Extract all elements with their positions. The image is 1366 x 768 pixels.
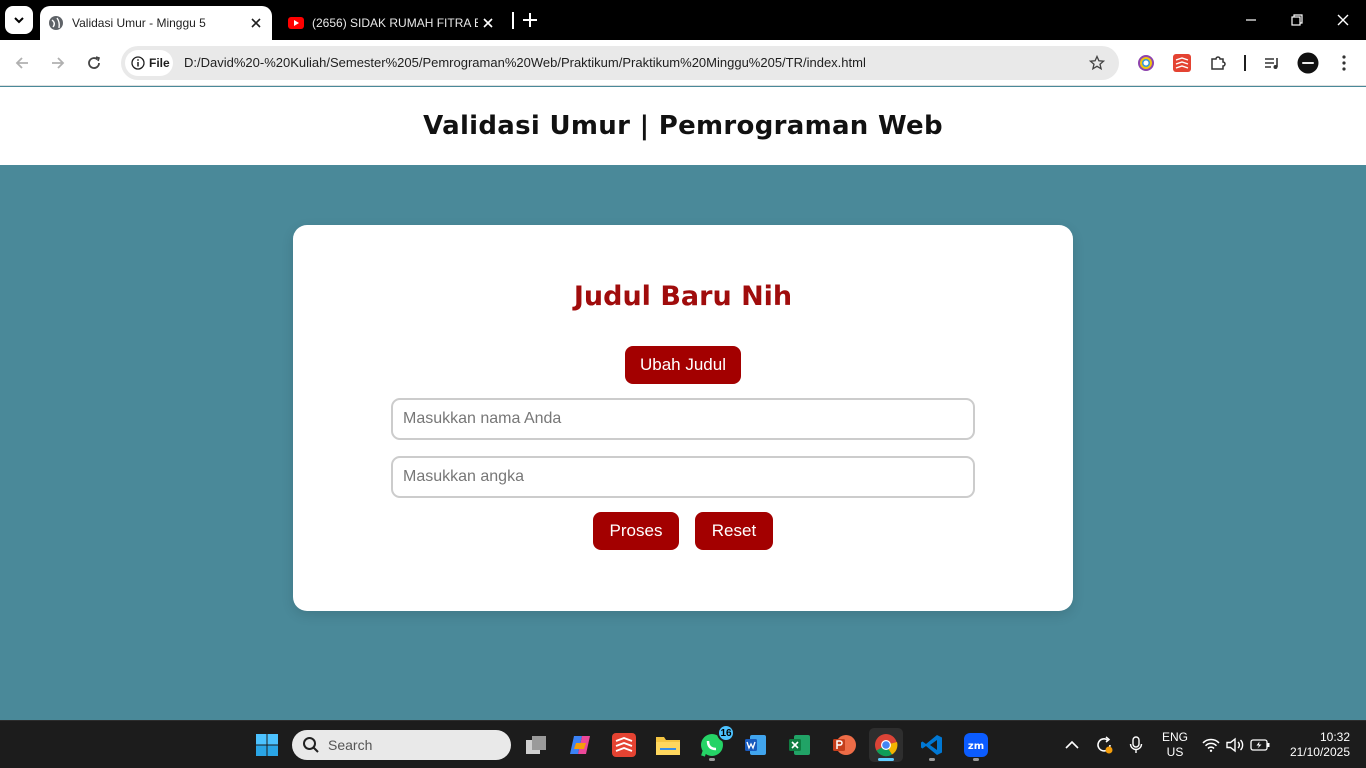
whatsapp-unread-badge: 16 bbox=[717, 724, 735, 742]
media-control-icon[interactable] bbox=[1261, 52, 1283, 74]
page-header: Validasi Umur | Pemrograman Web bbox=[0, 87, 1366, 165]
search-placeholder: Search bbox=[328, 737, 373, 753]
number-input[interactable] bbox=[391, 456, 975, 498]
tab-divider bbox=[512, 12, 514, 29]
whatsapp-icon[interactable]: 16 bbox=[695, 724, 735, 762]
site-chip-label: File bbox=[149, 56, 170, 70]
tab-search-button[interactable] bbox=[5, 6, 33, 34]
windows-taskbar: Search 16 zm ENG US 10:32 21/10/2025 bbox=[0, 720, 1366, 768]
file-explorer-icon[interactable] bbox=[651, 728, 685, 762]
close-icon bbox=[1337, 14, 1349, 26]
back-button[interactable] bbox=[10, 51, 34, 75]
toolbar-divider bbox=[1244, 55, 1246, 71]
close-window-button[interactable] bbox=[1333, 10, 1353, 30]
arrow-right-icon bbox=[52, 57, 65, 69]
tab-youtube[interactable]: (2656) SIDAK RUMAH FITRA ERI bbox=[280, 6, 504, 40]
extensions-puzzle-icon[interactable] bbox=[1207, 52, 1229, 74]
name-input[interactable] bbox=[391, 398, 975, 440]
minimize-icon bbox=[1246, 19, 1256, 21]
wifi-icon[interactable] bbox=[1201, 735, 1221, 755]
globe-icon bbox=[48, 15, 64, 31]
browser-tab-strip: Validasi Umur - Minggu 5 (2656) SIDAK RU… bbox=[0, 0, 1366, 40]
chrome-icon[interactable] bbox=[869, 728, 903, 762]
reload-icon bbox=[88, 56, 101, 69]
close-tab-icon[interactable] bbox=[246, 13, 266, 33]
powerpoint-icon[interactable] bbox=[827, 728, 861, 762]
color-extension-icon[interactable] bbox=[1135, 52, 1157, 74]
task-view-icon[interactable] bbox=[519, 728, 553, 762]
process-button[interactable]: Proses bbox=[593, 512, 679, 550]
plus-icon bbox=[523, 13, 537, 27]
tab-title: (2656) SIDAK RUMAH FITRA ERI bbox=[312, 16, 478, 30]
tab-validasi-umur[interactable]: Validasi Umur - Minggu 5 bbox=[40, 6, 272, 40]
new-tab-button[interactable] bbox=[520, 10, 540, 30]
close-tab-icon[interactable] bbox=[478, 13, 498, 33]
restore-icon bbox=[1291, 14, 1303, 26]
battery-charging-icon[interactable] bbox=[1250, 735, 1270, 755]
more-menu-icon[interactable] bbox=[1333, 52, 1355, 74]
clock-time: 10:32 bbox=[1319, 730, 1350, 744]
word-icon[interactable] bbox=[739, 728, 773, 762]
browser-toolbar: File D:/David%20-%20Kuliah/Semester%205/… bbox=[0, 40, 1366, 86]
taskbar-search-box[interactable]: Search bbox=[292, 730, 511, 760]
zoom-icon[interactable]: zm bbox=[959, 728, 993, 762]
todoist-extension-icon[interactable] bbox=[1171, 52, 1193, 74]
running-indicator bbox=[973, 758, 979, 761]
volume-icon[interactable] bbox=[1225, 735, 1245, 755]
running-indicator bbox=[878, 758, 894, 761]
chevron-down-icon bbox=[14, 17, 24, 24]
url-text[interactable]: D:/David%20-%20Kuliah/Semester%205/Pemro… bbox=[184, 55, 866, 70]
validation-card: Judul Baru Nih Ubah Judul Proses Reset bbox=[293, 225, 1073, 611]
reload-button[interactable] bbox=[82, 51, 106, 75]
forward-button[interactable] bbox=[46, 51, 70, 75]
svg-text:zm: zm bbox=[968, 741, 984, 752]
arrow-left-icon bbox=[15, 57, 28, 69]
change-title-button[interactable]: Ubah Judul bbox=[625, 346, 741, 384]
clock-date: 21/10/2025 bbox=[1289, 745, 1350, 759]
windows-logo-icon bbox=[256, 734, 278, 756]
language-code: ENG bbox=[1161, 730, 1188, 744]
microphone-icon[interactable] bbox=[1126, 735, 1146, 755]
system-clock[interactable]: 10:32 21/10/2025 bbox=[1282, 730, 1350, 760]
sync-status-icon[interactable] bbox=[1094, 735, 1114, 755]
todoist-app-icon[interactable] bbox=[607, 728, 641, 762]
info-icon bbox=[131, 56, 145, 70]
minimize-button[interactable] bbox=[1241, 10, 1261, 30]
card-title: Judul Baru Nih bbox=[573, 281, 793, 312]
tab-title: Validasi Umur - Minggu 5 bbox=[72, 16, 206, 30]
bookmark-star-icon[interactable] bbox=[1087, 53, 1107, 73]
address-bar[interactable]: File D:/David%20-%20Kuliah/Semester%205/… bbox=[121, 46, 1119, 80]
page-title: Validasi Umur | Pemrograman Web bbox=[423, 111, 943, 141]
profile-avatar[interactable] bbox=[1297, 52, 1319, 74]
running-indicator bbox=[929, 758, 935, 761]
input-language-indicator[interactable]: ENG US bbox=[1160, 730, 1190, 760]
search-icon bbox=[303, 737, 319, 753]
running-indicator bbox=[709, 758, 715, 761]
show-hidden-icons-chevron-icon[interactable] bbox=[1062, 735, 1082, 755]
copilot-icon[interactable] bbox=[563, 728, 597, 762]
youtube-icon bbox=[288, 15, 304, 31]
vscode-icon[interactable] bbox=[915, 728, 949, 762]
reset-button[interactable]: Reset bbox=[695, 512, 773, 550]
site-info-chip[interactable]: File bbox=[125, 50, 173, 76]
restore-button[interactable] bbox=[1287, 10, 1307, 30]
start-button[interactable] bbox=[250, 728, 284, 762]
excel-icon[interactable] bbox=[783, 728, 817, 762]
page-body: Judul Baru Nih Ubah Judul Proses Reset bbox=[0, 165, 1366, 720]
language-region: US bbox=[1166, 745, 1184, 759]
